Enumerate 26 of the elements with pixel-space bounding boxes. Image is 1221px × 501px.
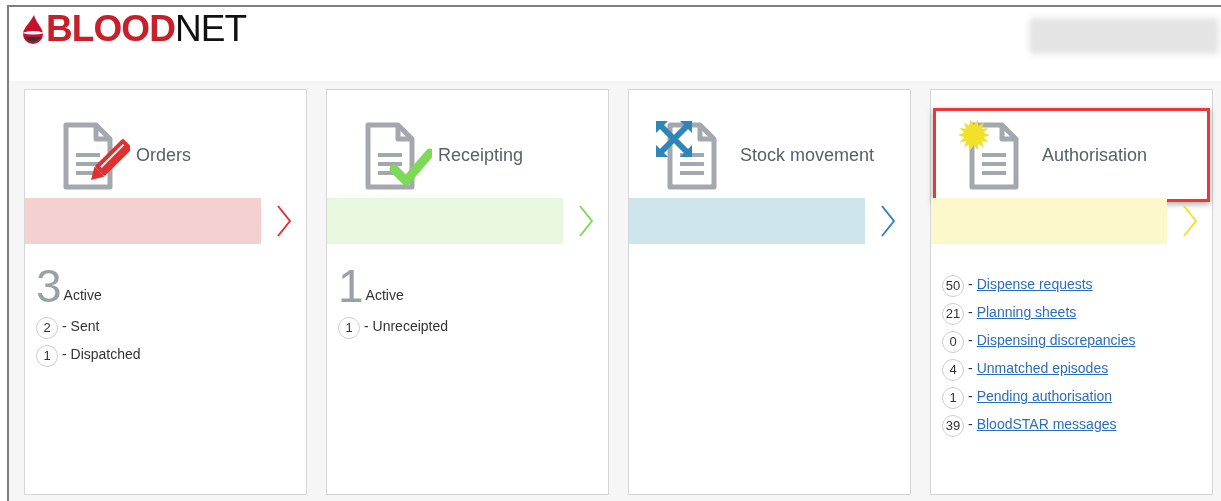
active-label: Active xyxy=(365,286,404,305)
active-count: 1 xyxy=(338,266,364,306)
status-link[interactable]: Dispensing discrepancies xyxy=(976,329,1136,351)
active-count: 3 xyxy=(36,266,62,306)
dash-text: - xyxy=(968,414,973,434)
dash-text: - xyxy=(968,274,973,294)
dash-text: - xyxy=(968,302,973,322)
status-link[interactable]: Dispense requests xyxy=(976,273,1093,295)
status-link[interactable]: Planning sheets xyxy=(976,301,1077,323)
status-link[interactable]: Pending authorisation xyxy=(976,385,1113,407)
card-title[interactable]: Stock movement xyxy=(740,141,875,169)
chevron-right-icon[interactable] xyxy=(277,205,291,237)
chevron-right-icon[interactable] xyxy=(881,205,895,237)
dash-text: - xyxy=(968,386,973,406)
status-link[interactable]: BloodSTAR messages xyxy=(976,413,1117,435)
status-link[interactable]: Unmatched episodes xyxy=(976,357,1109,379)
status-text: - Dispatched xyxy=(62,344,141,364)
brand-logo: BLOODNET xyxy=(46,10,247,47)
card-title[interactable]: Receipting xyxy=(438,141,524,169)
status-text: - Sent xyxy=(62,316,100,336)
dash-text: - xyxy=(968,358,973,378)
dash-text: - xyxy=(968,330,973,350)
card-title[interactable]: Orders xyxy=(136,141,191,169)
card-title[interactable]: Authorisation xyxy=(1042,141,1148,169)
status-text: - Unreceipted xyxy=(364,316,449,336)
active-label: Active xyxy=(63,286,102,305)
